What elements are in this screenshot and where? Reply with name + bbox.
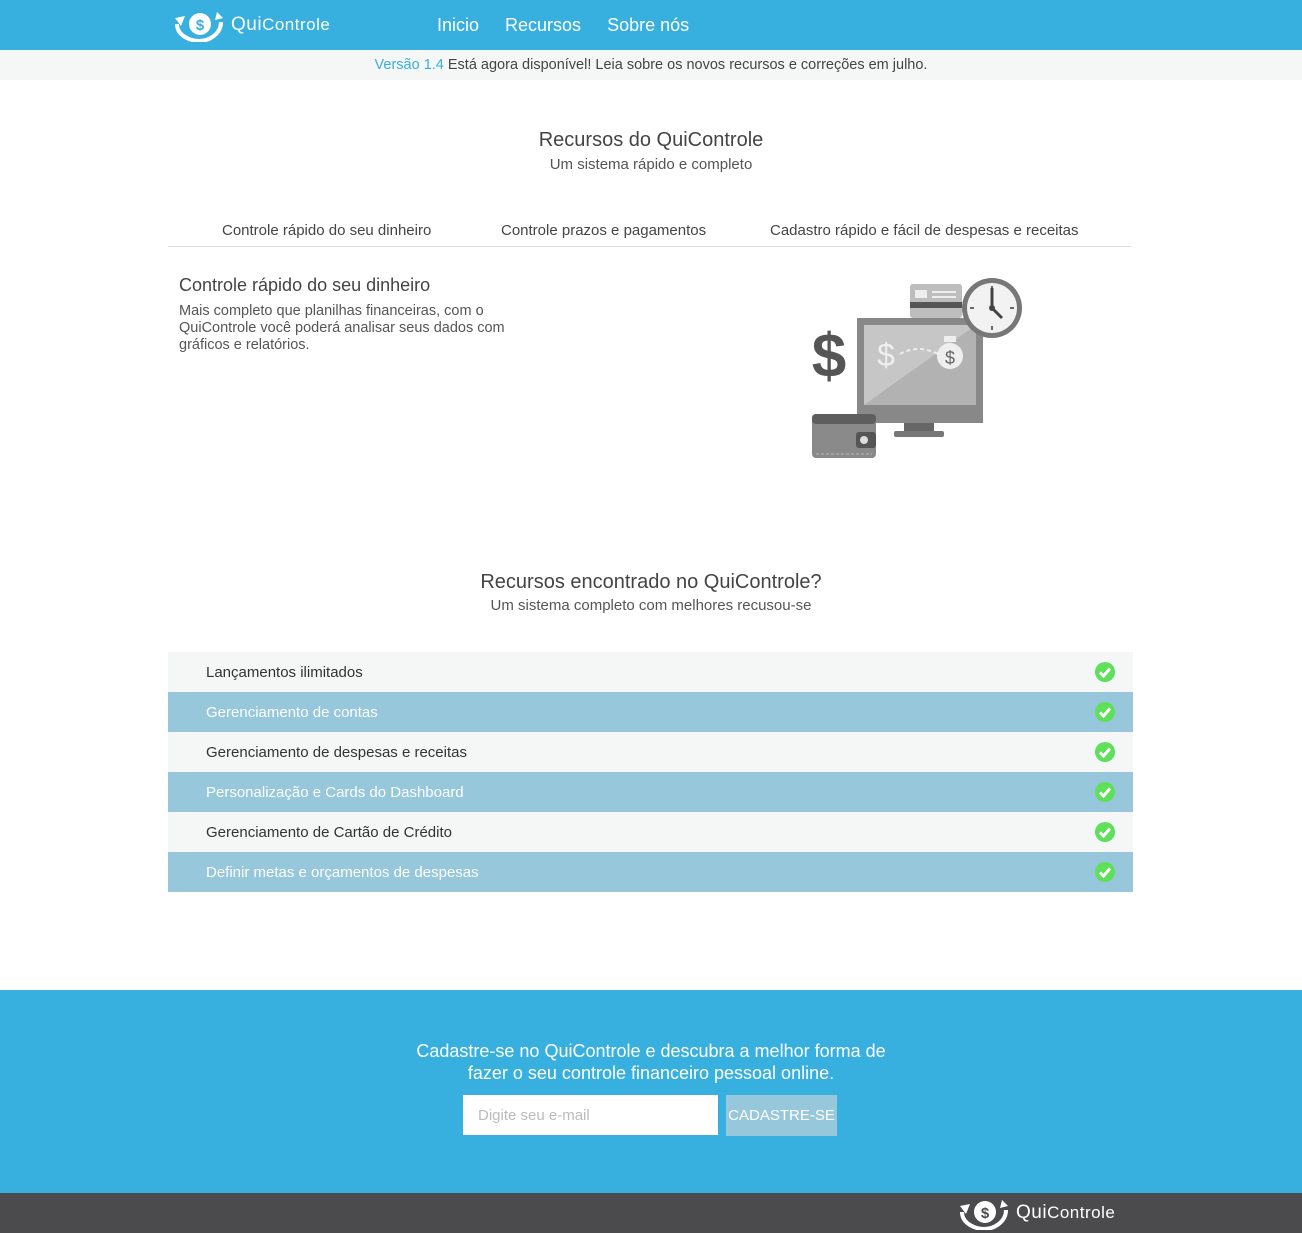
resources-title: Recursos do QuiControle — [538, 129, 764, 151]
svg-text:$: $ — [196, 17, 205, 34]
signup-cta: Cadastre-se no QuiControle e descubra a … — [0, 990, 1302, 1193]
check-icon — [1095, 702, 1115, 722]
svg-text:$: $ — [877, 337, 895, 373]
footer: $ QuiControle — [0, 1193, 1302, 1233]
version-link[interactable]: Versão 1.4 — [375, 57, 444, 73]
check-icon — [1095, 862, 1115, 882]
announcement-text: Está agora disponível! Leia sobre os nov… — [443, 57, 928, 73]
feature-row: Lançamentos ilimitados — [168, 652, 1133, 692]
feature-label: Definir metas e orçamentos de despesas — [206, 863, 479, 881]
cta-line-1: Cadastre-se no QuiControle e descubra a … — [416, 1041, 886, 1061]
feature-row: Personalização e Cards do Dashboard — [168, 772, 1133, 812]
footer-brand-name: QuiControle — [1016, 1202, 1116, 1223]
top-header: $ QuiControle Inicio Recursos Sobre nós — [0, 0, 1302, 50]
feature-label: Gerenciamento de despesas e receitas — [206, 743, 467, 761]
feature-description: Mais completo que planilhas financeiras,… — [179, 303, 505, 353]
nav-inicio[interactable]: Inicio — [437, 15, 479, 36]
tab-controle-prazos[interactable]: Controle prazos e pagamentos — [501, 216, 706, 246]
main-nav: Inicio Recursos Sobre nós — [437, 0, 715, 50]
logo-icon: $ — [960, 1200, 1008, 1230]
feature-label: Gerenciamento de contas — [206, 703, 378, 721]
nav-recursos[interactable]: Recursos — [505, 15, 581, 36]
finance-illustration: $ $ $ — [812, 278, 1022, 458]
svg-text:$: $ — [945, 348, 955, 368]
logo-icon: $ — [175, 12, 223, 42]
feature-row: Gerenciamento de despesas e receitas — [168, 732, 1133, 772]
brand-name: QuiControle — [231, 14, 331, 35]
check-icon — [1095, 742, 1115, 762]
features-list: Lançamentos ilimitados Gerenciamento de … — [168, 652, 1133, 892]
svg-text:$: $ — [812, 322, 846, 391]
cta-line-2: fazer o seu controle financeiro pessoal … — [467, 1063, 835, 1083]
tab-cadastro-rapido[interactable]: Cadastro rápido e fácil de despesas e re… — [770, 216, 1079, 246]
resources-subtitle: Um sistema rápido e completo — [549, 156, 753, 173]
feature-label: Lançamentos ilimitados — [206, 663, 363, 681]
resources-tabs: Controle rápido do seu dinheiro Controle… — [168, 216, 1131, 247]
check-icon — [1095, 782, 1115, 802]
feature-row: Gerenciamento de Cartão de Crédito — [168, 812, 1133, 852]
svg-text:$: $ — [981, 1205, 990, 1222]
feature-row: Definir metas e orçamentos de despesas — [168, 852, 1133, 892]
tab-controle-rapido[interactable]: Controle rápido do seu dinheiro — [222, 216, 431, 246]
features-title: Recursos encontrado no QuiControle? — [480, 571, 822, 593]
check-icon — [1095, 662, 1115, 682]
brand-logo[interactable]: $ QuiControle — [173, 8, 330, 42]
email-input[interactable] — [463, 1095, 718, 1135]
announcement-bar: Versão 1.4 Está agora disponível! Leia s… — [0, 50, 1302, 80]
nav-sobre-nos[interactable]: Sobre nós — [607, 15, 689, 36]
features-subtitle: Um sistema completo com melhores recusou… — [490, 597, 812, 614]
feature-heading: Controle rápido do seu dinheiro — [179, 275, 431, 295]
feature-label: Personalização e Cards do Dashboard — [206, 783, 464, 801]
feature-label: Gerenciamento de Cartão de Crédito — [206, 823, 452, 841]
footer-logo[interactable]: $ QuiControle — [958, 1196, 1115, 1230]
signup-button[interactable]: CADASTRE-SE — [726, 1095, 837, 1136]
feature-row: Gerenciamento de contas — [168, 692, 1133, 732]
check-icon — [1095, 822, 1115, 842]
